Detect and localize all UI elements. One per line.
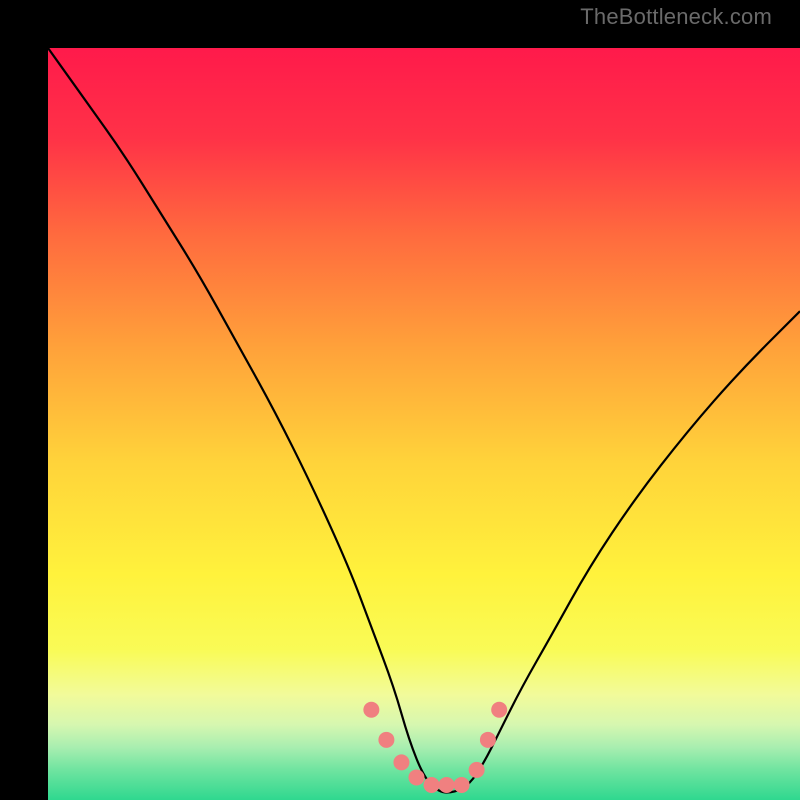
plot-area bbox=[48, 48, 800, 800]
chart-frame bbox=[0, 0, 800, 800]
watermark-text: TheBottleneck.com bbox=[580, 4, 772, 30]
background-gradient bbox=[48, 48, 800, 800]
